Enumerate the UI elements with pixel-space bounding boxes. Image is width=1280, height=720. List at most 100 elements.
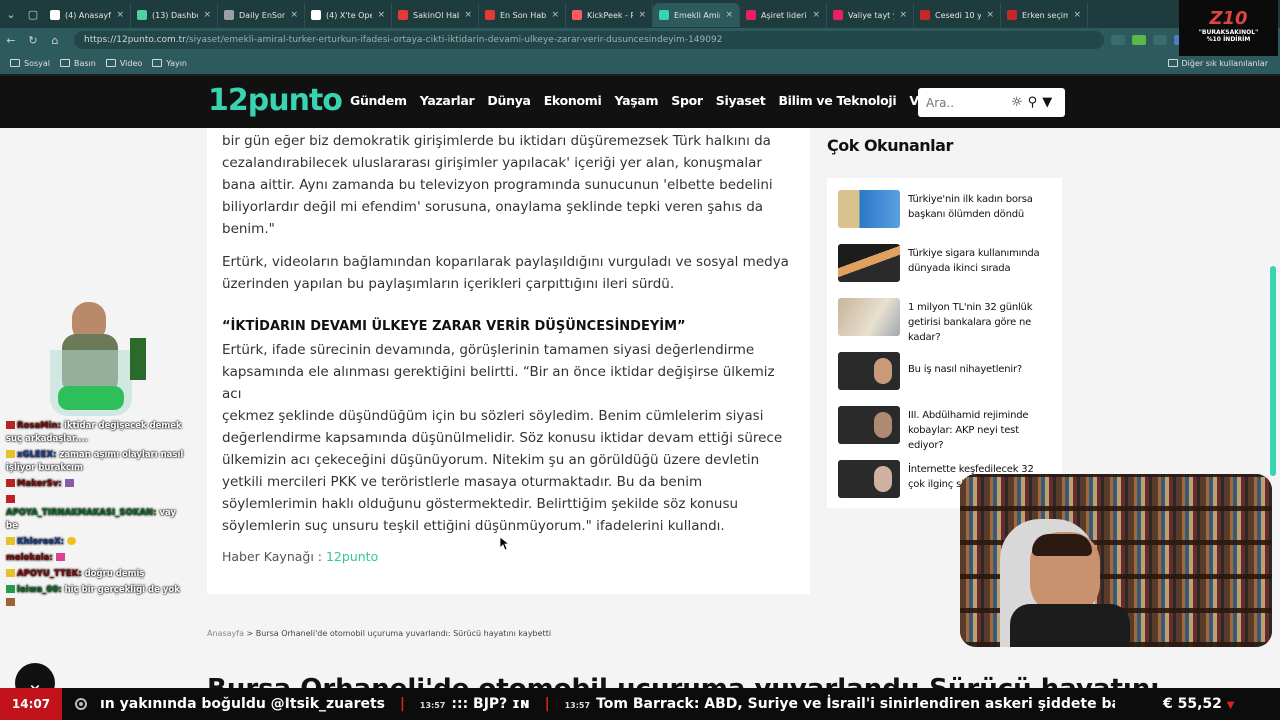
browser-tab-bar: ⌄ ▢ (4) Anasayfa / X×(13) Dashboard×Dail… <box>0 0 1280 28</box>
favicon-icon <box>746 10 756 20</box>
streamer-hair <box>1032 534 1092 556</box>
browser-tab[interactable]: Valiye tayt yas × <box>827 3 914 27</box>
tab-title: En Son Haber <box>500 10 547 20</box>
menu-item[interactable]: Dünya <box>487 93 531 108</box>
browser-tab[interactable]: Aşiret lideri ile × <box>740 3 827 27</box>
promo-brand: Z10 <box>1209 8 1248 29</box>
browser-tab[interactable]: (13) Dashboard × <box>131 3 218 27</box>
ticker-separator: | <box>399 696 406 712</box>
news-source: Haber Kaynağı : 12punto <box>222 549 378 564</box>
menu-item[interactable]: Bilim ve Teknoloji <box>778 93 896 108</box>
browser-tab[interactable]: (4) Anasayfa / X × <box>44 3 131 27</box>
chat-badge-icon <box>6 495 15 503</box>
other-bookmarks[interactable]: Diğer sık kullanılanlar <box>1167 58 1269 68</box>
article-subheading: “İKTİDARIN DEVAMI ÜLKEYE ZARAR VERİR DÜŞ… <box>222 319 686 334</box>
most-read-item[interactable]: Türkiye sigara kullanımında dünyada ikin… <box>838 244 1053 282</box>
item-title: Bu iş nasıl nihayetlenir? <box>908 364 1022 375</box>
browser-tab[interactable]: Erken seçimin × <box>1001 3 1088 27</box>
bookmark-folder[interactable]: Yayın <box>152 59 187 68</box>
page-scrollbar[interactable] <box>1270 266 1276 476</box>
extension-icon[interactable] <box>1111 35 1125 45</box>
chat-username: MakerSv: <box>17 479 62 489</box>
bookmark-folder[interactable]: Video <box>105 59 142 68</box>
browser-tab[interactable]: (4) X'te Open S × <box>305 3 392 27</box>
search-input[interactable] <box>926 95 1006 110</box>
browser-tab[interactable]: Cesedi 10 yıl d × <box>914 3 1001 27</box>
screen: ⌄ ▢ (4) Anasayfa / X×(13) Dashboard×Dail… <box>0 0 1280 720</box>
menu-item[interactable]: Spor <box>671 93 703 108</box>
extension-icon[interactable] <box>1153 35 1167 45</box>
close-tab-icon[interactable]: × <box>899 10 907 20</box>
close-tab-icon[interactable]: × <box>551 10 559 20</box>
address-bar[interactable]: https://12punto.com.tr/siyaset/emekli-am… <box>74 31 1104 49</box>
most-read-item[interactable]: Türkiye'nin ilk kadın borsa başkanı ölüm… <box>838 190 1053 228</box>
bookmark-label: Diğer sık kullanılanlar <box>1181 58 1269 68</box>
favicon-icon <box>659 10 669 20</box>
item-title: Türkiye sigara kullanımında dünyada ikin… <box>908 248 1040 274</box>
folder-icon <box>152 59 163 67</box>
breadcrumb-home[interactable]: Anasayfa <box>207 629 244 638</box>
source-link[interactable]: 12punto <box>326 549 378 564</box>
workspaces-icon[interactable]: ▢ <box>22 8 44 21</box>
close-tab-icon[interactable]: × <box>464 10 472 20</box>
tab-list-icon[interactable]: ⌄ <box>0 8 22 21</box>
close-tab-icon[interactable]: × <box>638 10 646 20</box>
filter-icon[interactable]: ▼ <box>1042 95 1052 110</box>
favicon-icon <box>572 10 582 20</box>
most-read-item[interactable]: Bu iş nasıl nihayetlenir? <box>838 352 1053 390</box>
theme-toggle-icon[interactable]: ☼ <box>1011 95 1023 110</box>
chat-username: APOYA_TIRNAKMAKASI_SOKAN: <box>6 508 157 518</box>
close-tab-icon[interactable]: × <box>203 10 211 20</box>
author-portrait <box>874 466 892 492</box>
browser-tab[interactable]: En Son Haber × <box>479 3 566 27</box>
mouse-cursor-icon <box>500 537 510 551</box>
close-tab-icon[interactable]: × <box>986 10 994 20</box>
next-article-title[interactable]: Bursa Orhaneli'de otomobil uçuruma yuvar… <box>207 674 1159 688</box>
ticker-separator: | <box>544 696 550 712</box>
close-tab-icon[interactable]: × <box>377 10 385 20</box>
tab-title: (13) Dashboard <box>152 10 198 20</box>
breadcrumb-current[interactable]: Bursa Orhaneli'de otomobil uçuruma yuvar… <box>256 629 551 638</box>
most-read-title: Çok Okunanlar <box>827 136 953 155</box>
menu-item[interactable]: Yazarlar <box>420 93 475 108</box>
browser-tab[interactable]: KickPeek - Real × <box>566 3 653 27</box>
bookmark-folder[interactable]: Basın <box>60 59 96 68</box>
menu-item[interactable]: Gündem <box>350 93 407 108</box>
bookmark-folder[interactable]: Sosyal <box>10 59 50 68</box>
menu-item[interactable]: Yaşam <box>615 93 659 108</box>
close-tab-icon[interactable]: × <box>290 10 298 20</box>
text-line: biliyorlardır değil mi efendim' sorusuna… <box>222 199 764 215</box>
browser-tab[interactable]: Daily EnSonHaber × <box>218 3 305 27</box>
most-read-list: Türkiye'nin ilk kadın borsa başkanı ölüm… <box>827 178 1062 508</box>
close-tab-icon[interactable]: × <box>725 10 733 20</box>
most-read-item[interactable]: 1 milyon TL'nin 32 günlük getirisi banka… <box>838 298 1053 343</box>
chat-message: KhloreeX: <box>0 536 190 549</box>
source-label: Haber Kaynağı : <box>222 549 326 564</box>
close-tab-icon[interactable]: × <box>812 10 820 20</box>
text-line: Ertürk, videoların bağlamından koparılar… <box>222 254 789 270</box>
menu-item[interactable]: Siyaset <box>716 93 766 108</box>
search-icon[interactable]: ⚲ <box>1028 95 1038 110</box>
most-read-item[interactable]: III. Abdülhamid rejiminde kobaylar: AKP … <box>838 406 1053 451</box>
browser-tab[interactable]: Emekli Amiral × <box>653 3 740 27</box>
chat-message: APOYU_TTEK: doğru demiş <box>0 568 190 581</box>
chat-badge-icon <box>6 421 15 429</box>
stream-chat: RosaMin: iktidar değişecek demek suç ark… <box>0 420 190 613</box>
folder-icon <box>60 59 70 67</box>
text-line: söylemlerin suç unsuru teşkil ettiğini d… <box>222 518 725 534</box>
reload-button[interactable]: ↻ <box>22 34 44 47</box>
chat-username: leiwa_00: <box>17 585 62 595</box>
back-button[interactable]: ← <box>0 34 22 47</box>
close-tab-icon[interactable]: × <box>116 10 124 20</box>
extension-icon[interactable] <box>1132 35 1146 45</box>
browser-tab[interactable]: SakinOl Haber × <box>392 3 479 27</box>
chat-username: KhloreeX: <box>17 537 65 547</box>
circuit-board-graphic <box>130 338 146 380</box>
site-logo[interactable]: 12punto <box>208 83 343 118</box>
favicon-icon <box>485 10 495 20</box>
close-tab-icon[interactable]: × <box>1073 10 1081 20</box>
menu-item[interactable]: Ekonomi <box>544 93 602 108</box>
text-line: çekmez şeklinde düşündüğüm için bu sözle… <box>222 408 764 424</box>
item-title: Türkiye'nin ilk kadın borsa başkanı ölüm… <box>908 194 1033 220</box>
home-button[interactable]: ⌂ <box>44 34 66 47</box>
